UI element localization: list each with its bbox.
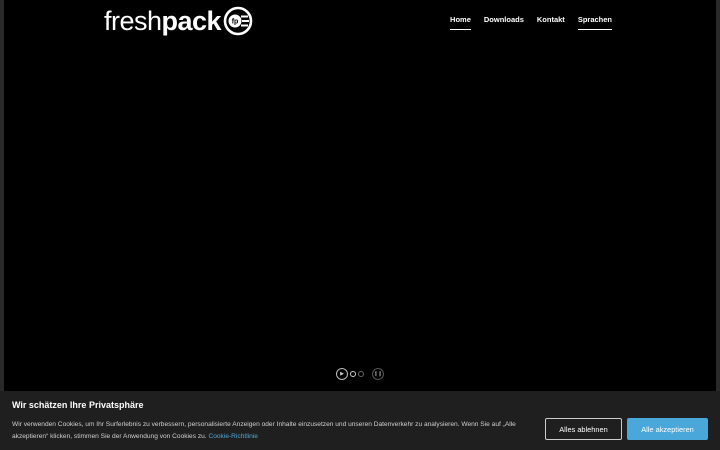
- slider-pause-button[interactable]: ❚❚: [372, 368, 384, 380]
- logo-word-fresh: fresh: [104, 5, 162, 36]
- accept-all-button[interactable]: Alle akzeptieren: [627, 418, 708, 440]
- slider-dot-1[interactable]: [350, 371, 356, 377]
- nav-item-downloads[interactable]: Downloads: [484, 15, 524, 30]
- cookie-policy-link[interactable]: Cookie-Richtlinie: [208, 433, 257, 440]
- play-icon: ▶: [340, 371, 344, 377]
- freshpack-logo[interactable]: freshpack fp: [104, 4, 253, 38]
- nav-item-home[interactable]: Home: [450, 15, 471, 30]
- slider-dot-2[interactable]: [358, 371, 364, 377]
- logo-mark-text: fp: [232, 19, 239, 26]
- site-header: freshpack fp Home Downloads Kontakt Spra…: [0, 0, 720, 44]
- cookie-text-block: Wir verwenden Cookies, um Ihr Surferlebn…: [12, 419, 537, 443]
- logo-wordmark: freshpack: [104, 5, 222, 36]
- reject-all-button[interactable]: Alles ablehnen: [545, 418, 622, 440]
- cookie-description: Wir verwenden Cookies, um Ihr Surferlebn…: [12, 421, 516, 440]
- pause-icon: ❚❚: [373, 371, 383, 377]
- slider-controls: ▶ ❚❚: [336, 368, 384, 380]
- nav-item-sprachen[interactable]: Sprachen: [577, 15, 612, 30]
- slider-play-button[interactable]: ▶: [336, 368, 348, 380]
- nav-item-kontakt[interactable]: Kontakt: [537, 15, 565, 30]
- content-frame: [0, 0, 720, 450]
- main-nav: Home Downloads Kontakt Sprachen: [450, 15, 612, 30]
- logo-mark-icon: fp: [223, 6, 253, 36]
- cookie-consent-bar: Wir schätzen Ihre Privatsphäre Wir verwe…: [0, 391, 720, 450]
- logo-word-pack: pack: [161, 5, 222, 36]
- cookie-title: Wir schätzen Ihre Privatsphäre: [12, 400, 144, 410]
- page: freshpack fp Home Downloads Kontakt Spra…: [0, 0, 720, 450]
